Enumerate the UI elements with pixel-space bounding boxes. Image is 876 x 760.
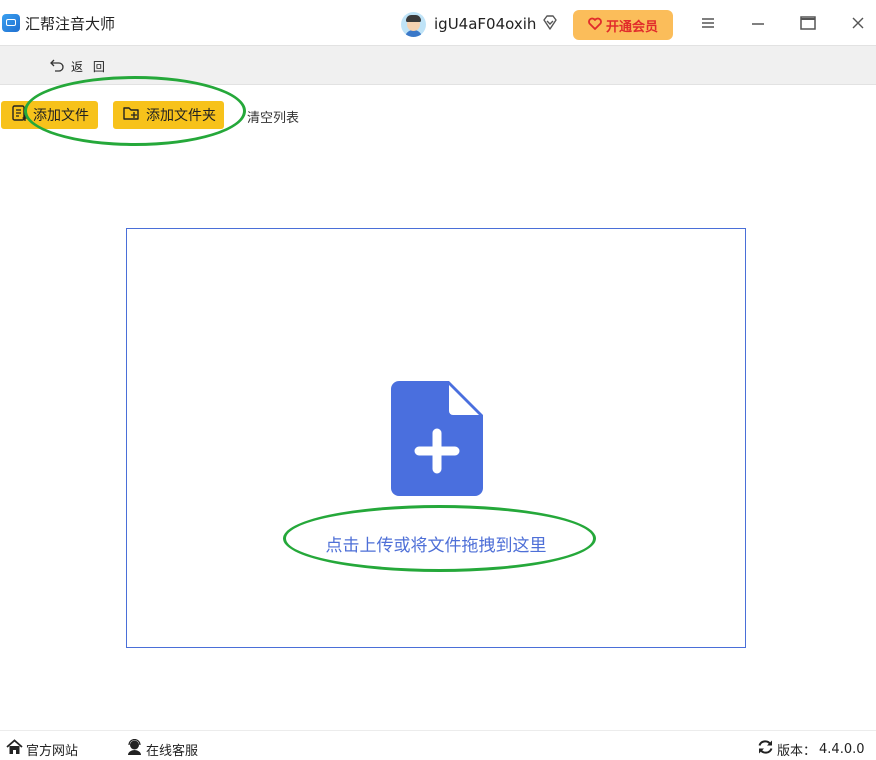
open-vip-label: 开通会员 [605,19,658,35]
close-icon[interactable] [847,12,869,34]
clear-list-button[interactable]: 清空列表 [247,107,299,126]
back-arrow-icon [49,57,65,76]
version-number: 4.4.0.0 [819,741,865,757]
app-logo-icon [2,14,20,32]
user-avatar[interactable] [401,12,426,37]
file-drop-zone[interactable]: 点击上传或将文件拖拽到这里 [126,228,746,648]
drop-zone-hint: 点击上传或将文件拖拽到这里 [325,536,547,556]
version-info[interactable]: 版本： 4.4.0.0 [757,739,865,759]
menu-icon[interactable] [697,12,719,34]
official-website-link[interactable]: 官方网站 [6,739,78,759]
open-vip-button[interactable]: 开通会员 [573,10,673,40]
app-title: 汇帮注音大师 [25,15,116,33]
add-file-icon [11,104,29,126]
online-support-link[interactable]: 在线客服 [126,738,199,759]
add-folder-label: 添加文件夹 [146,108,216,124]
back-button[interactable]: 返 回 [49,57,108,76]
add-file-label: 添加文件 [33,108,89,124]
minimize-icon[interactable] [747,12,769,34]
refresh-icon [757,739,774,759]
add-folder-icon [122,104,141,126]
title-bar: 汇帮注音大师 igU4aF04oxih 开通会员 [0,0,876,45]
navigation-bar: 返 回 [0,45,876,85]
online-support-label: 在线客服 [146,743,199,759]
home-icon [6,739,23,759]
maximize-icon[interactable] [797,12,819,34]
back-label: 返 回 [71,60,108,74]
add-file-button[interactable]: 添加文件 [1,101,98,129]
add-folder-button[interactable]: 添加文件夹 [113,101,224,129]
vip-heart-icon [588,16,602,35]
add-file-document-icon [391,381,483,496]
footer: 官方网站 在线客服 版本： 4.4.0.0 [0,730,876,760]
support-agent-icon [126,738,143,759]
vip-diamond-icon[interactable] [541,14,559,32]
version-label: 版本： [777,743,817,759]
username[interactable]: igU4aF04oxih [434,14,536,34]
official-website-label: 官方网站 [26,743,79,759]
